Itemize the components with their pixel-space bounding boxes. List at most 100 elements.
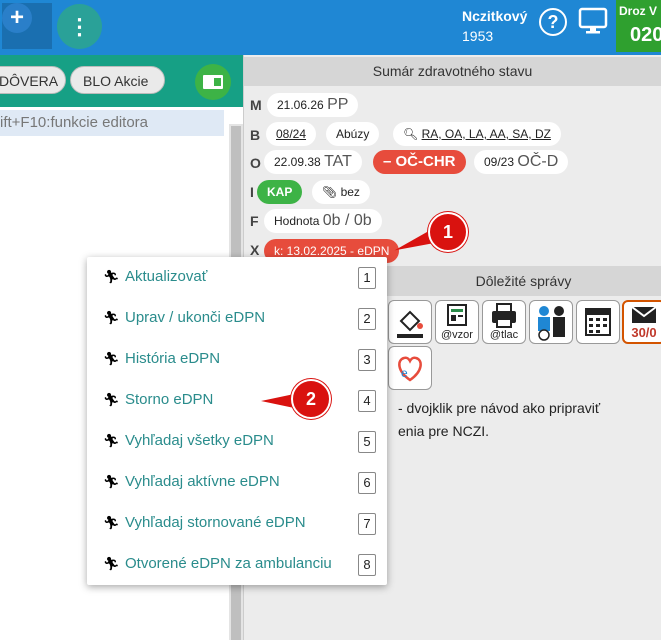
blo-actions-button[interactable]: BLO Akcie: [70, 66, 165, 94]
chip-m-date[interactable]: 21.06.26 PP: [267, 93, 359, 117]
shortcut-key: 1: [358, 267, 376, 289]
chip-och-chr[interactable]: – OČ-CHR: [373, 150, 466, 174]
paperclip-icon: 📎︎: [322, 185, 338, 199]
chip-allergies[interactable]: 🔍︎ RA, OA, LA, AA, SA, DZ: [393, 122, 561, 146]
menu-item-search-active[interactable]: 🏃︎ Vyhľadaj aktívne eDPN 6: [87, 462, 387, 503]
menu-item-label: Vyhľadaj stornované eDPN: [125, 514, 306, 531]
more-menu-button[interactable]: ⋮: [57, 4, 102, 49]
shortcut-key: 2: [358, 308, 376, 330]
menu-item-label: Uprav / ukonči eDPN: [125, 309, 266, 326]
plus-icon: +: [2, 3, 32, 33]
menu-item-label: Otvorené eDPN za ambulanciu: [125, 555, 332, 572]
template-icon: [447, 304, 467, 326]
row-label-m: M: [250, 97, 262, 113]
new-button[interactable]: +: [2, 3, 52, 49]
runner-icon: 🏃︎: [103, 556, 120, 571]
o-date2: 09/23: [484, 155, 515, 169]
dash-icon: –: [383, 153, 392, 170]
tool-e-health[interactable]: e: [388, 346, 432, 390]
doctor-badge[interactable]: Droz V 020: [616, 0, 661, 52]
monitor-icon[interactable]: [578, 6, 608, 36]
heart-icon: e: [398, 356, 422, 382]
runner-icon: 🏃︎: [103, 351, 120, 366]
menu-item-history[interactable]: 🏃︎ História eDPN 3: [87, 339, 387, 380]
menu-item-label: História eDPN: [125, 350, 221, 367]
info-text-line1[interactable]: - dvojklik pre návod ako pripraviť: [398, 400, 600, 416]
shortcut-key: 4: [358, 390, 376, 412]
tool-staff[interactable]: [529, 300, 573, 344]
menu-item-label: Vyhľadaj všetky eDPN: [125, 432, 274, 449]
svg-text:e: e: [401, 366, 408, 380]
tool-paint-bucket[interactable]: [388, 300, 432, 344]
runner-icon: 🏃︎: [103, 310, 120, 325]
och-label: OČ-CHR: [395, 153, 456, 170]
runner-icon: 🏃︎: [103, 269, 120, 284]
runner-icon: 🏃︎: [103, 515, 120, 530]
patient-name: Nczitkový: [462, 8, 528, 24]
printer-icon: [492, 303, 516, 328]
row-label-f: F: [250, 213, 259, 229]
print-caption: @tlac: [489, 329, 519, 341]
shortcut-key: 7: [358, 513, 376, 535]
doctor-code: 020: [630, 24, 661, 46]
menu-item-label: Aktualizovať: [125, 268, 208, 285]
chip-b-date[interactable]: 08/24: [266, 122, 317, 146]
row-label-o: O: [250, 155, 261, 171]
o-date: 22.09.38: [274, 155, 321, 169]
chip-bez[interactable]: 📎︎ bez: [312, 180, 370, 204]
menu-item-open-clinic[interactable]: 🏃︎ Otvorené eDPN za ambulanciu 8: [87, 544, 387, 585]
patient-birth-year: 1953: [462, 28, 494, 44]
chip-hodnota[interactable]: Hodnota 0b / 0b: [264, 209, 382, 233]
mail-count: 30/0: [631, 325, 657, 340]
card-icon: [203, 75, 223, 89]
tool-mail[interactable]: 30/0: [622, 300, 661, 344]
editor-shortcut-hint[interactable]: ift+F10:funkcie editora: [0, 110, 224, 136]
help-icon[interactable]: ?: [539, 8, 567, 36]
info-text-line2[interactable]: enia pre NCZI.: [398, 423, 489, 439]
hodnota-value: 0b / 0b: [322, 212, 372, 229]
chip-kap[interactable]: KAP: [257, 180, 303, 204]
template-caption: @vzor: [441, 329, 473, 341]
menu-item-cancel[interactable]: 🏃︎ Storno eDPN 4: [87, 380, 387, 421]
calendar-icon: [585, 308, 611, 336]
menu-item-search-cancelled[interactable]: 🏃︎ Vyhľadaj stornované eDPN 7: [87, 503, 387, 544]
tool-calendar[interactable]: [576, 300, 620, 344]
callout-badge-1: 1: [428, 212, 468, 252]
chip-o-date[interactable]: 22.09.38 TAT: [264, 150, 362, 174]
edpn-context-menu: 🏃︎ Aktualizovať 1 🏃︎ Uprav / ukonči eDPN…: [87, 257, 387, 585]
callout-badge-2: 2: [291, 379, 331, 419]
shortcut-key: 3: [358, 349, 376, 371]
row-label-x: X: [250, 242, 260, 258]
menu-item-update[interactable]: 🏃︎ Aktualizovať 1: [87, 257, 387, 298]
chip-och-d[interactable]: 09/23 OČ-D: [474, 150, 569, 174]
row-label-i: I: [250, 184, 254, 200]
tool-print[interactable]: @tlac: [482, 300, 526, 344]
card-button[interactable]: [195, 64, 231, 100]
doctor-name: Droz V: [619, 4, 658, 18]
chip-abuzy[interactable]: Abúzy: [326, 122, 380, 146]
menu-item-label: Storno eDPN: [125, 391, 214, 408]
shortcut-key: 5: [358, 431, 376, 453]
o-code2: OČ-D: [517, 153, 559, 170]
dovera-button[interactable]: DÔVERA: [0, 66, 66, 94]
hodnota-label: Hodnota: [274, 214, 320, 228]
menu-item-search-all[interactable]: 🏃︎ Vyhľadaj všetky eDPN 5: [87, 421, 387, 462]
search-icon: 🔍︎: [403, 127, 419, 141]
row-label-b: B: [250, 127, 261, 143]
paint-bucket-icon: [397, 310, 423, 338]
staff-icon: [538, 306, 565, 341]
runner-icon: 🏃︎: [103, 474, 120, 489]
runner-icon: 🏃︎: [103, 392, 120, 407]
messages-header: Dôležité správy: [386, 266, 661, 296]
runner-icon: 🏃︎: [103, 433, 120, 448]
m-code: PP: [327, 96, 349, 113]
bez-label: bez: [340, 185, 360, 199]
shortcut-key: 6: [358, 472, 376, 494]
menu-item-label: Vyhľadaj aktívne eDPN: [125, 473, 280, 490]
menu-item-edit-end[interactable]: 🏃︎ Uprav / ukonči eDPN 2: [87, 298, 387, 339]
tool-template[interactable]: @vzor: [435, 300, 479, 344]
o-code: TAT: [324, 153, 352, 170]
m-date: 21.06.26: [277, 98, 324, 112]
shortcut-key: 8: [358, 554, 376, 576]
allergy-list: RA, OA, LA, AA, SA, DZ: [421, 127, 551, 141]
